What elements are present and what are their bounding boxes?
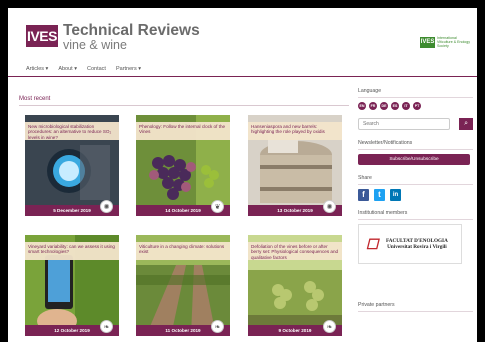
divider — [358, 184, 473, 185]
grape-icon: ❦ — [211, 200, 224, 213]
search-bar: ⌕ — [358, 118, 473, 130]
article-card[interactable]: Vineyard variability: can we assess it u… — [25, 235, 119, 336]
institution-logo-text: FACULTAT D'ENOLOGIA Universitat Rovira i… — [386, 238, 448, 251]
private-partners-title: Private partners — [358, 302, 395, 308]
divider — [19, 105, 349, 106]
nav-articles[interactable]: Articles ▾ — [26, 66, 48, 72]
site-header: IVES Technical Reviews vine & wine IVES … — [8, 8, 477, 58]
ives-logo[interactable]: IVES — [26, 25, 58, 47]
site-title[interactable]: Technical Reviews — [63, 23, 200, 39]
leaf-icon: ❧ — [323, 320, 336, 333]
share-buttons: f t in — [358, 189, 473, 201]
main-nav: Articles ▾ About ▾ Contact Partners ▾ — [8, 62, 477, 77]
article-title[interactable]: Phenology: Follow the internal clock of … — [136, 122, 230, 140]
lang-es-button[interactable]: ES — [391, 102, 399, 110]
article-card[interactable]: Phenology: Follow the internal clock of … — [136, 115, 230, 216]
bacteria-icon: ✺ — [100, 200, 113, 213]
leaf-icon: ❧ — [211, 320, 224, 333]
article-title[interactable]: Viticulture in a changing climate: solut… — [136, 242, 230, 260]
lang-de-button[interactable]: DE — [380, 102, 388, 110]
search-input[interactable] — [358, 118, 451, 130]
institution-name-line2: Universitat Rovira i Virgili — [387, 244, 447, 250]
nav-partners[interactable]: Partners ▾ — [116, 66, 141, 72]
article-card[interactable]: Defoliation of the vines before or after… — [248, 235, 342, 336]
bacteria-icon: ✺ — [323, 200, 336, 213]
article-card[interactable]: Hanseniaspora and new barrels: highlight… — [248, 115, 342, 216]
article-title[interactable]: Hanseniaspora and new barrels: highlight… — [248, 122, 342, 140]
divider — [358, 97, 473, 98]
partner-logo-mark: IVES — [420, 36, 435, 48]
browser-page: IVES Technical Reviews vine & wine IVES … — [8, 8, 477, 342]
twitter-icon[interactable]: t — [374, 189, 385, 201]
partner-logo[interactable]: IVES International Viticulture & Enology… — [420, 34, 472, 50]
urv-logo-mark: ☐ — [365, 236, 379, 252]
section-title: Most recent — [19, 96, 51, 102]
institutional-members-title: Institutional members — [358, 210, 408, 216]
language-selector: EN FR DE ES IT PT — [358, 102, 473, 110]
divider — [358, 219, 473, 220]
sidebar: Language EN FR DE ES IT PT ⌕ Newsletter/… — [358, 88, 473, 316]
linkedin-icon[interactable]: in — [390, 189, 401, 201]
article-title[interactable]: Defoliation of the vines before or after… — [248, 242, 342, 260]
newsletter-title: Newsletter/Notifications — [358, 140, 413, 146]
article-title[interactable]: New microbiological stabilization proced… — [25, 122, 119, 140]
article-card[interactable]: New microbiological stabilization proced… — [25, 115, 119, 216]
lang-en-button[interactable]: EN — [358, 102, 366, 110]
share-title: Share — [358, 175, 372, 181]
site-subtitle: vine & wine — [63, 38, 127, 52]
nav-contact[interactable]: Contact — [87, 66, 106, 72]
lang-it-button[interactable]: IT — [402, 102, 410, 110]
lang-pt-button[interactable]: PT — [413, 102, 421, 110]
search-icon[interactable]: ⌕ — [459, 118, 473, 130]
article-card[interactable]: Viticulture in a changing climate: solut… — [136, 235, 230, 336]
subscribe-button[interactable]: Subscribe/Unsubscribe — [358, 154, 470, 165]
divider — [358, 149, 473, 150]
divider — [358, 311, 473, 312]
nav-about[interactable]: About ▾ — [58, 66, 77, 72]
language-title: Language — [358, 88, 382, 94]
article-title[interactable]: Vineyard variability: can we assess it u… — [25, 242, 119, 260]
partner-logo-text: International Viticulture & Enology Soci… — [437, 36, 471, 48]
institution-logo[interactable]: ☐ FACULTAT D'ENOLOGIA Universitat Rovira… — [358, 224, 462, 264]
facebook-icon[interactable]: f — [358, 189, 369, 201]
lang-fr-button[interactable]: FR — [369, 102, 377, 110]
leaf-icon: ❧ — [100, 320, 113, 333]
